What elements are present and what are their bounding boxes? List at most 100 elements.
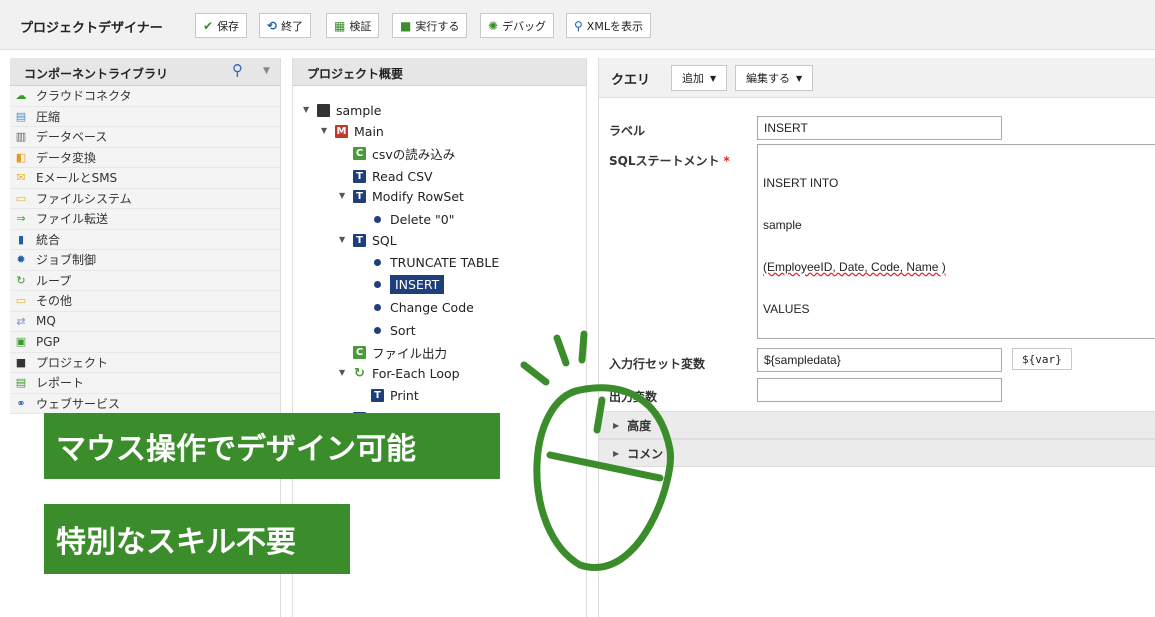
tree-node[interactable]: T Modify RowSet (353, 186, 464, 206)
tree-node[interactable]: Change Code (371, 297, 474, 317)
tree-node[interactable]: Ccsvの読み込み (353, 143, 455, 163)
promo-tag-no-skill: 特別なスキル不要 (44, 504, 350, 574)
library-item-label: データベース (36, 130, 108, 145)
web-service-icon: ⚭ (16, 396, 26, 410)
app-title: プロジェクトデザイナー (20, 21, 163, 36)
tree-node[interactable]: sample (317, 100, 381, 120)
library-item[interactable]: ◧ データ変換 (10, 147, 280, 168)
query-editor-title: クエリ (611, 73, 651, 88)
tree-node[interactable]: ↻ For-Each Loop (353, 363, 460, 383)
tree-node[interactable]: C ファイル出力 (353, 342, 447, 362)
chevron-down-icon: ▼ (710, 73, 717, 83)
task-icon: T (353, 169, 366, 183)
task-icon: T (353, 189, 366, 203)
run-button[interactable]: ■ 実行する (392, 13, 468, 38)
chevron-down-icon[interactable]: ▼ (339, 191, 345, 200)
validate-button[interactable]: ▦ 検証 (326, 13, 380, 38)
debug-button-label: デバッグ (502, 19, 547, 33)
loop-icon: ↻ (16, 273, 26, 287)
tree-node-label: ファイル出力 (372, 345, 448, 361)
library-item-label: PGP (36, 334, 60, 349)
library-item[interactable]: ▣ PGP (10, 332, 280, 353)
show-xml-button-label: XMLを表示 (586, 19, 643, 33)
tree-node[interactable]: Delete "0" (371, 209, 455, 229)
tree-node[interactable]: T SQL (353, 230, 397, 250)
top-toolbar: プロジェクトデザイナー ✔ 保存 ⟲ 終了 ▦ 検証 ■ 実行する ✺ デバッグ… (0, 0, 1155, 50)
input-rowset-input[interactable] (757, 348, 1002, 372)
library-item[interactable]: ▭ ファイルシステム (10, 188, 280, 209)
tree-node[interactable]: TRUNCATE TABLE (371, 252, 499, 272)
insert-variable-button[interactable]: ${var} (1012, 348, 1072, 370)
step-dot-icon (374, 215, 381, 223)
tree-node-label: csvの読み込み (372, 146, 456, 162)
library-item[interactable]: ⚭ ウェブサービス (10, 393, 280, 414)
input-rowset-label: 入力行セット変数 (609, 357, 706, 371)
library-item[interactable]: ☁ クラウドコネクタ (10, 86, 280, 107)
promo-tag-mouse-design: マウス操作でデザイン可能 (44, 413, 500, 479)
exit-button[interactable]: ⟲ 終了 (259, 13, 312, 38)
tree-node[interactable]: T Read CSV (353, 166, 433, 186)
library-item[interactable]: ✉ EメールとSMS (10, 168, 280, 189)
library-item-label: ファイルシステム (36, 191, 132, 206)
component-library-title: コンポーネントライブラリ (24, 67, 169, 81)
add-dropdown-button[interactable]: 追加 ▼ (671, 65, 728, 91)
show-xml-button[interactable]: ⚲ XMLを表示 (566, 13, 651, 38)
chevron-down-icon[interactable]: ▼ (339, 368, 345, 377)
tree-node-label: TRUNCATE TABLE (390, 254, 500, 270)
library-item[interactable]: ▤ レポート (10, 373, 280, 394)
library-item[interactable]: ✹ ジョブ制御 (10, 250, 280, 271)
tree-node-label: Print (390, 387, 419, 403)
advanced-section-label: 高度 (627, 418, 652, 433)
label-input[interactable] (757, 116, 1002, 140)
search-icon[interactable]: ⚲ (232, 61, 243, 79)
library-item-label: プロジェクト (36, 355, 109, 370)
chevron-down-icon[interactable]: ▼ (321, 126, 327, 135)
save-button[interactable]: ✔ 保存 (195, 13, 248, 38)
folder-icon: ▭ (15, 294, 27, 308)
tree-node-label: Delete "0" (390, 211, 455, 227)
tree-node-selected[interactable]: INSERT (371, 274, 445, 294)
promo-tag-mouse-design-text: マウス操作でデザイン可能 (56, 432, 416, 467)
library-item[interactable]: ■ プロジェクト (10, 352, 280, 373)
tree-node-label: Read CSV (372, 168, 433, 184)
comment-section-toggle[interactable]: ▶ コメント (599, 439, 1155, 467)
library-item[interactable]: ↻ ループ (10, 270, 280, 291)
tree-node-label: SQL (372, 232, 397, 248)
output-variable-input[interactable] (757, 378, 1002, 402)
chevron-down-icon[interactable]: ▼ (303, 105, 309, 114)
file-transfer-icon: ⇒ (16, 212, 26, 226)
tree-node-label: Sort (390, 322, 416, 338)
play-icon: ■ (400, 18, 412, 33)
grid-icon: ▦ (334, 18, 346, 33)
library-item-label: 統合 (36, 232, 61, 247)
tree-node[interactable]: M Main (335, 121, 384, 141)
library-item-label: ファイル転送 (36, 212, 109, 227)
chevron-down-icon[interactable]: ▼ (263, 66, 270, 76)
mq-icon: ⇄ (16, 314, 26, 328)
edit-button-label: 編集する (746, 72, 790, 85)
library-item-label: クラウドコネクタ (36, 89, 132, 104)
query-editor-panel: クエリ 追加 ▼ 編集する ▼ ラベル SQLステートメント* INSERT I… (598, 58, 1155, 617)
library-item[interactable]: ▤ 圧縮 (10, 106, 280, 127)
chevron-down-icon[interactable]: ▼ (339, 235, 345, 244)
lock-icon: ▣ (15, 335, 27, 349)
edit-dropdown-button[interactable]: 編集する ▼ (735, 65, 814, 91)
tree-node[interactable]: Sort (371, 320, 416, 340)
debug-button[interactable]: ✺ デバッグ (480, 13, 555, 38)
library-item-label: ループ (36, 273, 72, 288)
required-mark: * (723, 154, 730, 168)
library-item[interactable]: ▭ その他 (10, 291, 280, 312)
advanced-section-toggle[interactable]: ▶ 高度 (599, 411, 1155, 439)
library-item[interactable]: ⇄ MQ (10, 311, 280, 332)
library-item[interactable]: ⇒ ファイル転送 (10, 209, 280, 230)
bug-icon: ✺ (488, 18, 499, 33)
exit-button-label: 終了 (281, 19, 304, 33)
tree-node[interactable]: T Print (371, 385, 419, 405)
library-item[interactable]: ▥ データベース (10, 127, 280, 148)
database-icon: ▥ (15, 130, 27, 144)
library-item[interactable]: ▮ 統合 (10, 229, 280, 250)
sql-statement-textarea[interactable]: INSERT INTO sample (EmployeeID, Date, Co… (757, 144, 1155, 339)
library-item-label: MQ (36, 314, 56, 329)
comment-section-label: コメント (627, 446, 676, 461)
library-item-label: データ変換 (36, 150, 97, 165)
